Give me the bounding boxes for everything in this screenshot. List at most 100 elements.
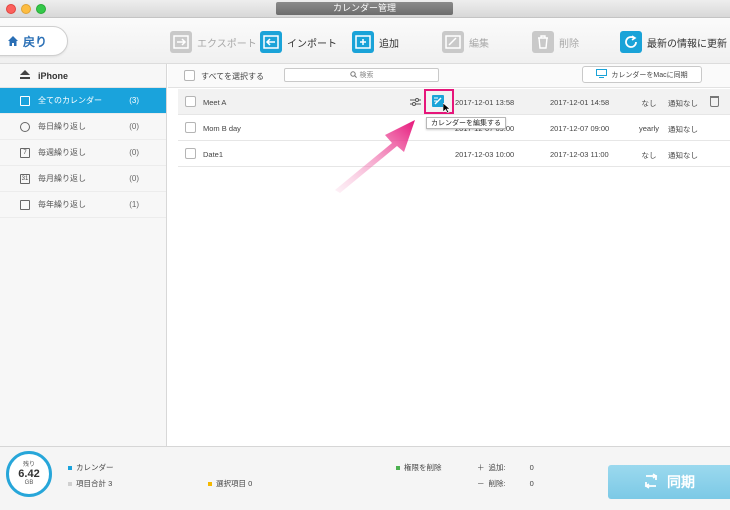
event-alarm: 通知なし	[668, 99, 698, 108]
sidebar-item-all-calendars[interactable]: 全てのカレンダー (3)	[0, 88, 166, 114]
event-alarm: 通知なし	[668, 125, 698, 134]
event-name: Date1	[203, 150, 224, 159]
home-icon	[7, 35, 19, 47]
delete-count: － 削除: 0	[477, 478, 534, 489]
sidebar-item-count: (0)	[129, 122, 139, 131]
back-label: 戻り	[23, 34, 48, 49]
event-start: 2017-12-03 10:00	[455, 150, 515, 159]
event-alarm: 通知なし	[668, 151, 698, 160]
sidebar-item-count: (3)	[129, 96, 139, 105]
list-header: すべてを選択する 検索 カレンダーをMacに同期	[168, 64, 730, 88]
monthly-icon: 31	[20, 173, 30, 184]
edit-tooltip: カレンダーを編集する	[426, 117, 506, 129]
event-end: 2017-12-01 14:58	[550, 98, 610, 107]
storage-unit: GB	[24, 480, 34, 486]
legend-delete-permission: 権限を削除	[396, 462, 442, 473]
sidebar-item-count: (0)	[129, 148, 139, 157]
adjust-icon[interactable]	[410, 97, 421, 107]
app-window: カレンダー管理 戻り エクスポート インポート 追加 編集 削除 最新の情報に更…	[0, 0, 730, 510]
toolbar: 戻り エクスポート インポート 追加 編集 削除 最新の情報に更新	[0, 18, 730, 64]
device-name: iPhone	[38, 70, 69, 81]
sidebar-item-label: 毎年繰り返し	[38, 200, 86, 209]
delete-button[interactable]: 削除	[532, 30, 579, 54]
event-repeat: なし	[641, 151, 657, 160]
maximize-window-button[interactable]	[36, 4, 46, 14]
add-count-label: 追加:	[488, 463, 506, 472]
legend-total-label: 項目合計 3	[76, 479, 113, 488]
device-row[interactable]: iPhone	[0, 64, 166, 88]
trash-icon	[532, 31, 554, 53]
pointer-arrow	[335, 120, 415, 193]
event-name: Meet A	[203, 98, 227, 107]
plus-icon: ＋	[477, 463, 485, 472]
import-icon	[260, 31, 282, 53]
calendar-icon	[20, 95, 30, 106]
import-label: インポート	[287, 38, 337, 50]
legend-calendar: カレンダー	[68, 462, 114, 473]
select-all-checkbox[interactable]	[184, 70, 195, 81]
select-all-label: すべてを選択する	[201, 72, 264, 81]
search-placeholder: 検索	[359, 72, 374, 79]
legend-selected-label: 選択項目 0	[216, 479, 253, 488]
eject-icon	[20, 70, 30, 81]
monitor-icon	[596, 69, 608, 80]
sync-to-mac-button[interactable]: カレンダーをMacに同期	[582, 66, 702, 83]
edit-toolbar-icon	[442, 31, 464, 53]
add-count: ＋ 追加: 0	[477, 462, 534, 473]
sync-label: 同期	[667, 474, 695, 490]
add-button[interactable]: 追加	[352, 30, 399, 54]
refresh-label: 最新の情報に更新	[647, 38, 727, 50]
delete-count-label: 削除:	[488, 479, 506, 488]
edit-button[interactable]: 編集	[442, 30, 489, 54]
sync-to-mac-label: カレンダーをMacに同期	[611, 71, 688, 79]
storage-caption: 残り	[22, 462, 35, 468]
event-start: 2017-12-01 13:58	[455, 98, 515, 107]
window-title: カレンダー管理	[276, 2, 453, 15]
add-count-value: 0	[529, 463, 534, 472]
legend-dot	[68, 481, 72, 486]
minus-icon: －	[477, 479, 485, 488]
add-label: 追加	[379, 38, 399, 50]
sidebar-item-label: 毎週繰り返し	[38, 148, 86, 157]
add-icon	[352, 31, 374, 53]
search-icon	[349, 70, 357, 80]
cursor-icon	[442, 102, 451, 114]
legend-dot	[208, 481, 212, 486]
event-end: 2017-12-03 11:00	[550, 150, 609, 159]
event-repeat: なし	[641, 99, 657, 108]
sidebar: iPhone 全てのカレンダー (3) 毎日繰り返し (0) 7 毎週繰り返し …	[0, 64, 167, 446]
refresh-icon	[620, 31, 642, 53]
close-window-button[interactable]	[6, 4, 16, 14]
storage-gauge: 残り 6.42 GB	[6, 451, 52, 497]
minimize-window-button[interactable]	[21, 4, 31, 14]
table-row[interactable]: Meet A 2017-12-01 13:58 2017-12-01 14:58…	[178, 89, 730, 115]
search-input[interactable]: 検索	[284, 68, 439, 82]
sidebar-item-monthly[interactable]: 31 毎月繰り返し (0)	[0, 166, 166, 192]
import-button[interactable]: インポート	[260, 30, 337, 54]
table-row[interactable]: Date1 2017-12-03 10:00 2017-12-03 11:00 …	[178, 141, 730, 167]
back-button[interactable]: 戻り	[0, 26, 68, 56]
sync-icon	[643, 472, 659, 492]
sidebar-item-daily[interactable]: 毎日繰り返し (0)	[0, 114, 166, 140]
legend-dot	[68, 465, 72, 470]
sidebar-item-count: (0)	[129, 174, 139, 183]
row-trash-icon[interactable]	[710, 96, 719, 107]
row-checkbox[interactable]	[185, 148, 196, 159]
sidebar-item-weekly[interactable]: 7 毎週繰り返し (0)	[0, 140, 166, 166]
export-button[interactable]: エクスポート	[170, 30, 257, 54]
edit-label: 編集	[469, 38, 489, 50]
status-footer: 残り 6.42 GB カレンダー 項目合計 3 選択項目 0 権限を削除 ＋ 追…	[0, 446, 730, 510]
legend-dot	[396, 465, 400, 470]
sync-button[interactable]: 同期	[608, 465, 730, 499]
sidebar-item-yearly[interactable]: 毎年繰り返し (1)	[0, 192, 166, 218]
row-checkbox[interactable]	[185, 122, 196, 133]
weekly-icon: 7	[20, 147, 30, 158]
refresh-button[interactable]: 最新の情報に更新	[620, 30, 727, 54]
sidebar-item-label: 全てのカレンダー	[38, 96, 102, 105]
delete-label: 削除	[559, 38, 579, 50]
legend-calendar-label: カレンダー	[76, 463, 114, 472]
export-icon	[170, 31, 192, 53]
event-name: Mom B day	[203, 124, 241, 133]
legend-selected: 選択項目 0	[208, 478, 252, 489]
row-checkbox[interactable]	[185, 96, 196, 107]
